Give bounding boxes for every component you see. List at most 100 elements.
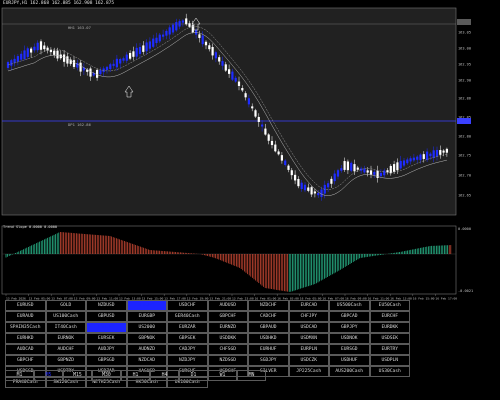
candle-body: [231, 71, 234, 80]
time-tick-label: 16 Feb 15:00: [413, 297, 435, 301]
symbol-button[interactable]: EURGBP: [126, 311, 167, 322]
price-tick-label: 163.05: [458, 31, 471, 35]
symbol-button[interactable]: NZDCHF: [248, 300, 289, 311]
candle-body: [191, 25, 194, 33]
candle-body: [72, 60, 76, 67]
symbol-button[interactable]: CADJPY: [167, 344, 208, 355]
symbol-button[interactable]: NZDCAD: [126, 355, 167, 366]
symbol-button[interactable]: JP225Cash: [288, 366, 329, 377]
symbol-button[interactable]: EU50Cash: [369, 300, 410, 311]
symbol-button[interactable]: NZDUSD: [86, 300, 127, 311]
symbol-button[interactable]: USDCZK: [288, 355, 329, 366]
candle-body: [280, 155, 283, 161]
oscillator-panel[interactable]: 0.0000-0.002113 Feb 2026 13 Feb 05:00 13 F…: [0, 222, 500, 300]
symbol-button[interactable]: GOLD: [45, 300, 86, 311]
symbol-button[interactable]: CHFSGD: [207, 344, 248, 355]
candle-body: [267, 134, 270, 141]
symbol-button[interactable]: EURCAD: [288, 300, 329, 311]
symbol-button[interactable]: EURSEK: [86, 333, 127, 344]
symbol-button[interactable]: EURAUD: [5, 311, 46, 322]
symbol-button[interactable]: US30Cash: [369, 366, 410, 377]
symbol-button[interactable]: CHFJPY: [288, 311, 329, 322]
symbol-button[interactable]: EURHUF: [248, 344, 289, 355]
price-tick-label: 163.00: [458, 47, 471, 51]
symbol-button[interactable]: GBPJPY: [329, 322, 370, 333]
symbol-button[interactable]: CADCHF: [248, 311, 289, 322]
symbol-button[interactable]: EURNOK: [45, 333, 86, 344]
candle-body: [30, 48, 33, 53]
symbol-button[interactable]: US100Cash: [45, 311, 86, 322]
timeframe-button[interactable]: M30: [92, 370, 121, 381]
dp-price-marker: [457, 118, 471, 124]
candle-body: [185, 18, 188, 25]
timeframe-button[interactable]: M15: [63, 370, 92, 381]
symbol-button[interactable]: EURPLN: [288, 344, 329, 355]
symbol-button[interactable]: US500Cash: [329, 300, 370, 311]
candle-body: [294, 174, 297, 181]
candle-body: [171, 24, 175, 33]
symbol-button[interactable]: EURSGD: [329, 344, 370, 355]
timeframe-button[interactable]: H1: [121, 370, 150, 381]
symbol-button[interactable]: NZDJPY: [167, 355, 208, 366]
symbol-button[interactable]: GBPAUD: [248, 322, 289, 333]
symbol-button[interactable]: USDSEK: [369, 333, 410, 344]
symbol-button[interactable]: USDHKD: [248, 333, 289, 344]
symbol-button[interactable]: USDCAD: [288, 322, 329, 333]
timeframe-button[interactable]: H4: [150, 370, 179, 381]
symbol-button[interactable]: GBPNOK: [126, 333, 167, 344]
timeframe-button[interactable]: W1: [208, 370, 237, 381]
timeframe-button[interactable]: MN: [237, 370, 266, 381]
symbol-button[interactable]: US2000: [126, 322, 167, 333]
symbol-button[interactable]: USDCHF: [167, 300, 208, 311]
price-chart[interactable]: HH1 163.07DP1 162.86163.07163.05163.0016…: [0, 0, 500, 225]
symbol-button[interactable]: USDMXN: [288, 333, 329, 344]
price-tick-label: 162.86: [458, 97, 471, 101]
symbol-button[interactable]: AUS200Cash: [329, 366, 370, 377]
candle-body: [168, 27, 171, 35]
symbol-button[interactable]: EURZAR: [167, 322, 208, 333]
candle-body: [142, 45, 145, 52]
symbol-button[interactable]: AUDCHF: [45, 344, 86, 355]
oscillator-tick-label: 0.0000: [458, 227, 471, 231]
symbol-button[interactable]: NZDSGD: [207, 355, 248, 366]
symbol-button[interactable]: GBPSGD: [86, 355, 127, 366]
symbol-button[interactable]: GBPNZD: [45, 355, 86, 366]
symbol-button[interactable]: EURDKK: [369, 322, 410, 333]
symbol-button[interactable]: GBPCHF: [207, 311, 248, 322]
symbol-button[interactable]: GBPCAD: [329, 311, 370, 322]
symbol-button[interactable]: GBPCHF: [5, 355, 46, 366]
candle-body: [39, 41, 43, 50]
symbol-button[interactable]: EURCHF: [369, 311, 410, 322]
timeframe-button[interactable]: M1: [5, 370, 34, 381]
candle-body: [79, 62, 82, 72]
symbol-button[interactable]: GBPSEK: [167, 333, 208, 344]
symbol-button[interactable]: EURTRY: [369, 344, 410, 355]
symbol-button[interactable]: GER40Cash: [167, 311, 208, 322]
symbol-button[interactable]: AUDNZD: [126, 344, 167, 355]
symbol-button[interactable]: USDHUF: [329, 355, 370, 366]
symbol-button[interactable]: USDJPY: [86, 322, 127, 333]
symbol-button[interactable]: EURNZD: [207, 322, 248, 333]
symbol-button[interactable]: USDJPY: [126, 300, 167, 311]
symbol-button[interactable]: AUDCAD: [5, 344, 46, 355]
candle-body: [399, 160, 402, 169]
candle-body: [122, 58, 125, 61]
timeframe-button[interactable]: D1: [179, 370, 208, 381]
symbol-button[interactable]: USDDKK: [207, 333, 248, 344]
candle-body: [204, 41, 208, 46]
symbol-button[interactable]: AUDUSD: [207, 300, 248, 311]
symbol-button[interactable]: EURHKD: [5, 333, 46, 344]
symbol-button[interactable]: USDPLN: [369, 355, 410, 366]
candle-body: [369, 170, 373, 175]
symbol-button[interactable]: IT40Cash: [45, 322, 86, 333]
symbol-button[interactable]: EURUSD: [5, 300, 46, 311]
symbol-button[interactable]: SPAIN35Cash: [5, 322, 46, 333]
timeframe-button[interactable]: M5: [34, 370, 63, 381]
symbol-button[interactable]: SGDJPY: [248, 355, 289, 366]
symbol-button[interactable]: USDNOK: [329, 333, 370, 344]
candle-body: [274, 144, 277, 152]
candle-body: [89, 68, 92, 77]
candle-body: [435, 149, 439, 157]
symbol-button[interactable]: AUDJPY: [86, 344, 127, 355]
symbol-button[interactable]: GBPUSD: [86, 311, 127, 322]
